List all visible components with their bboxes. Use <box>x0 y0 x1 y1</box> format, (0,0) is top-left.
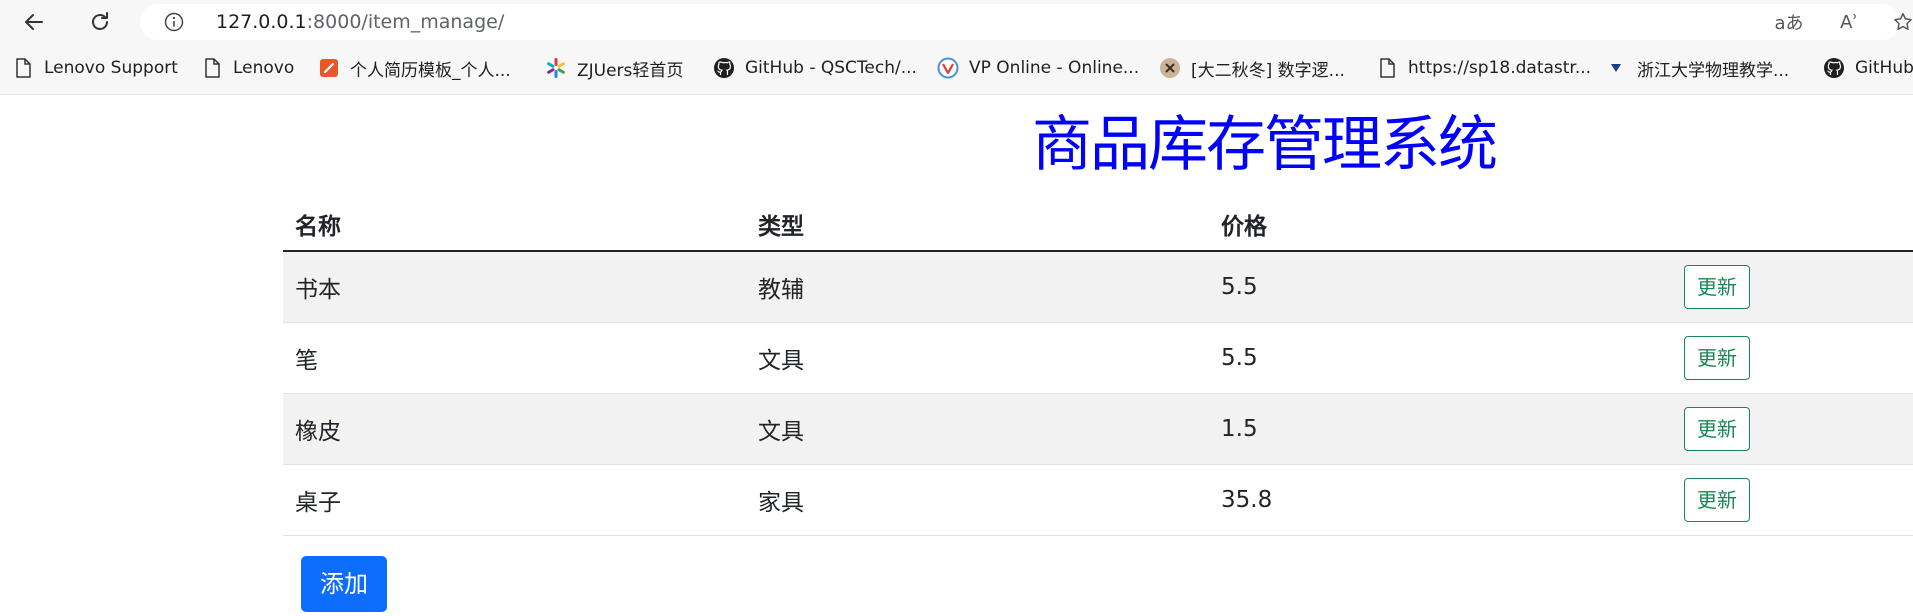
bookmark-label: GitHub - QSCTech/... <box>745 58 917 78</box>
table-row: 桌子 家具 35.8 更新 <box>283 464 1913 536</box>
header-type: 类型 <box>746 198 1209 252</box>
bookmark-datastructur[interactable]: https://sp18.datastr... <box>1376 56 1591 80</box>
bookmark-vp-online[interactable]: VP Online - Online... <box>937 56 1139 80</box>
page-icon <box>201 57 223 79</box>
update-button[interactable]: 更新 <box>1684 265 1750 309</box>
item-action-cell: 更新 <box>1672 322 1913 394</box>
item-price: 5.5 <box>1209 251 1672 323</box>
back-arrow-icon[interactable] <box>18 6 50 38</box>
table-header-row: 名称 类型 价格 <box>283 198 1913 252</box>
bookmark-github[interactable]: GitHub <box>1823 56 1913 80</box>
item-name: 笔 <box>283 322 746 394</box>
bookmark-zjuers[interactable]: ZJUers轻首页 <box>545 56 684 81</box>
bookmark-label: VP Online - Online... <box>969 58 1140 78</box>
bookmark-label: https://sp18.datastr... <box>1408 58 1592 78</box>
bookmarks-bar: Lenovo Support Lenovo 个人简历模板_个人... ZJUer… <box>0 42 1913 95</box>
resume-icon <box>318 57 340 79</box>
item-name: 橡皮 <box>283 393 746 465</box>
favorite-star-icon[interactable] <box>1892 10 1913 34</box>
table-row: 书本 教辅 5.5 更新 <box>283 251 1913 323</box>
page-title: 商品库存管理系统 <box>1032 110 1498 180</box>
url-text[interactable]: 127.0.0.1:8000/item_manage/ <box>216 11 504 33</box>
table-row: 橡皮 文具 1.5 更新 <box>283 393 1913 465</box>
item-type: 文具 <box>746 393 1209 465</box>
item-action-cell: 更新 <box>1672 251 1913 323</box>
info-icon[interactable] <box>164 12 184 32</box>
bookmark-label: Lenovo Support <box>44 58 178 78</box>
item-name: 桌子 <box>283 464 746 536</box>
item-action-cell: 更新 <box>1672 464 1913 536</box>
page-icon <box>12 57 34 79</box>
bookmark-lenovo-support[interactable]: Lenovo Support <box>12 56 178 80</box>
github-icon <box>1823 57 1845 79</box>
triangle-icon <box>1605 57 1627 79</box>
item-type: 家具 <box>746 464 1209 536</box>
update-button[interactable]: 更新 <box>1684 407 1750 451</box>
bookmark-label: [大二秋冬] 数字逻... <box>1191 60 1345 81</box>
item-action-cell: 更新 <box>1672 393 1913 465</box>
item-price: 5.5 <box>1209 322 1672 394</box>
vp-online-icon <box>937 57 959 79</box>
bookmark-label: 浙江大学物理教学... <box>1637 60 1790 81</box>
item-price: 1.5 <box>1209 393 1672 465</box>
bookmark-label: 个人简历模板_个人... <box>350 60 511 81</box>
item-type: 教辅 <box>746 251 1209 323</box>
header-name: 名称 <box>283 198 746 252</box>
table-row: 笔 文具 5.5 更新 <box>283 322 1913 394</box>
browser-toolbar: 127.0.0.1:8000/item_manage/ aあ Aʾ <box>0 0 1913 42</box>
url-host: 127.0.0.1 <box>216 11 307 33</box>
bookmark-resume-template[interactable]: 个人简历模板_个人... <box>318 56 511 81</box>
read-aloud-icon[interactable]: Aʾ <box>1834 10 1864 34</box>
bookmark-digital-logic[interactable]: [大二秋冬] 数字逻... <box>1159 56 1345 81</box>
page-icon <box>1376 57 1398 79</box>
item-name: 书本 <box>283 251 746 323</box>
item-price: 35.8 <box>1209 464 1672 536</box>
translate-icon[interactable]: aあ <box>1774 10 1804 34</box>
header-price: 价格 <box>1209 198 1672 252</box>
bookmark-label: GitHub <box>1855 58 1913 78</box>
pinwheel-icon <box>545 57 567 79</box>
bookmark-zju-physics[interactable]: 浙江大学物理教学... <box>1605 56 1790 81</box>
update-button[interactable]: 更新 <box>1684 478 1750 522</box>
bookmark-label: Lenovo <box>233 58 295 78</box>
reload-icon[interactable] <box>84 6 116 38</box>
bookmark-github-qsctech[interactable]: GitHub - QSCTech/... <box>713 56 917 80</box>
bookmark-lenovo[interactable]: Lenovo <box>201 56 294 80</box>
inventory-table: 名称 类型 价格 书本 教辅 5.5 更新 笔 文具 5.5 更新 橡皮 文具 … <box>283 198 1913 536</box>
item-type: 文具 <box>746 322 1209 394</box>
github-icon <box>713 57 735 79</box>
header-action <box>1672 198 1913 252</box>
add-button[interactable]: 添加 <box>301 556 387 612</box>
update-button[interactable]: 更新 <box>1684 336 1750 380</box>
url-path: :8000/item_manage/ <box>306 11 505 33</box>
bookmark-label: ZJUers轻首页 <box>577 60 684 81</box>
course-avatar-icon <box>1159 57 1181 79</box>
